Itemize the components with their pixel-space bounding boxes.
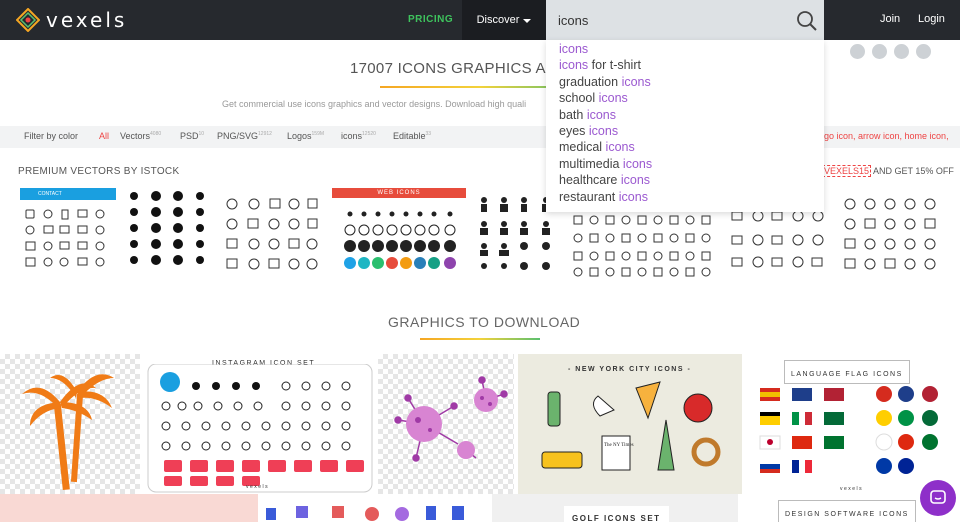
filter-by-color[interactable]: Filter by color <box>24 131 78 141</box>
search-input[interactable] <box>558 9 788 31</box>
virus-graphic <box>394 376 508 462</box>
search-box <box>546 0 824 40</box>
contact-icon-grid <box>25 209 105 267</box>
suggestion-item[interactable]: icons for t-shirt <box>546 57 824 73</box>
suggestion-item[interactable]: multimedia icons <box>546 156 824 172</box>
pricing-link[interactable]: PRICING <box>408 14 453 25</box>
tile-title: GOLF ICONS SET <box>572 514 661 522</box>
graphic-tile-palm-trees[interactable] <box>0 354 140 494</box>
filter-icons[interactable]: icons12520 <box>341 131 376 141</box>
facebook-icon[interactable] <box>850 44 865 59</box>
tile-title-box: LANGUAGE FLAG ICONS <box>784 360 910 384</box>
nyc-newspaper-text: The NY Times <box>604 443 634 448</box>
tile-title-box: DESIGN SOFTWARE ICONS <box>778 500 916 522</box>
graphics-section-title: GRAPHICS TO DOWNLOAD <box>388 314 581 330</box>
suggestion-item[interactable]: healthcare icons <box>546 172 824 188</box>
twitter-icon[interactable] <box>916 44 931 59</box>
filter-psd[interactable]: PSD10 <box>180 131 204 141</box>
discover-label: Discover <box>476 14 520 26</box>
nyc-icon-set: The NY Times <box>541 381 721 471</box>
premium-thumb[interactable] <box>840 186 940 278</box>
related-tags[interactable]: go icon, arrow icon, home icon, <box>824 131 949 141</box>
join-link[interactable]: Join <box>880 13 900 25</box>
outline-icon-grid <box>844 198 936 270</box>
filter-png-svg[interactable]: PNG/SVG12912 <box>217 131 272 141</box>
graphic-tile-instagram-icons[interactable]: INSTAGRAM ICON SET vexels <box>146 354 374 494</box>
tile-title: - NEW YORK CITY ICONS - <box>568 366 692 373</box>
filter-all[interactable]: All <box>99 131 109 141</box>
outline-icon-grid <box>226 198 318 270</box>
coupon-code[interactable]: VEXELS15 <box>822 165 872 177</box>
pinterest-icon[interactable] <box>872 44 887 59</box>
premium-thumb[interactable]: CONTACT <box>20 186 116 278</box>
black-circle-icon-grid <box>130 191 204 265</box>
page-subtitle: Get commercial use icons graphics and ve… <box>222 99 527 109</box>
graphic-tile-bath-icons[interactable] <box>0 494 258 522</box>
suggestion-item[interactable]: eyes icons <box>546 123 824 139</box>
search-suggestions: icons icons for t-shirt graduation icons… <box>546 40 824 212</box>
login-link[interactable]: Login <box>918 13 945 25</box>
web-icon-grid <box>344 211 456 269</box>
chat-icon <box>930 490 946 504</box>
premium-thumb[interactable] <box>222 186 322 278</box>
filter-vectors[interactable]: Vectors4080 <box>120 131 161 141</box>
graphic-tile-virus[interactable] <box>378 354 514 494</box>
instagram-icon[interactable] <box>894 44 909 59</box>
colored-icon-row <box>266 506 464 521</box>
tile-brand: vexels <box>246 484 270 490</box>
graphic-tile-flag-icons[interactable]: LANGUAGE FLAG ICONS vexels <box>744 354 948 494</box>
vexels-logo[interactable]: vexels <box>15 7 128 33</box>
tile-title: LANGUAGE FLAG ICONS <box>791 371 903 378</box>
logo-wordmark: vexels <box>46 8 128 32</box>
thumb-header: CONTACT <box>20 188 116 200</box>
section-underline <box>420 338 540 340</box>
graphic-tile-nyc-icons[interactable]: - NEW YORK CITY ICONS - The NY Times <box>518 354 742 494</box>
search-icon[interactable] <box>796 10 818 32</box>
discover-menu[interactable]: Discover <box>462 0 546 40</box>
suggestion-item[interactable]: restaurant icons <box>546 189 824 205</box>
chevron-down-icon <box>523 19 532 23</box>
premium-thumb[interactable] <box>126 186 210 278</box>
suggestion-item[interactable]: bath icons <box>546 107 824 123</box>
tile-brand: vexels <box>840 486 864 492</box>
premium-thumb[interactable]: WEB ICONS <box>332 186 466 278</box>
suggestion-item[interactable]: graduation icons <box>546 74 824 90</box>
palm-tree-graphic <box>22 374 114 491</box>
thumb-header: WEB ICONS <box>332 188 466 198</box>
filter-editable[interactable]: Editable33 <box>393 131 431 141</box>
coupon-banner: VEXELS15 AND GET 15% OFF <box>822 165 954 177</box>
premium-thumb[interactable] <box>568 212 718 278</box>
graphic-tile-design-software-icons[interactable]: DESIGN SOFTWARE ICONS <box>744 496 948 522</box>
page-title: 17007 ICONS GRAPHICS AND <box>350 60 569 77</box>
filter-logos[interactable]: Logos159M <box>287 131 324 141</box>
flag-icon-set <box>759 386 938 474</box>
suggestion-item[interactable]: school icons <box>546 90 824 106</box>
tile-title-box: GOLF ICONS SET <box>564 506 669 522</box>
premium-section-title: PREMIUM VECTORS BY ISTOCK <box>18 166 180 177</box>
vexels-diamond-icon <box>15 7 41 33</box>
tile-title: DESIGN SOFTWARE ICONS <box>785 511 909 518</box>
line-icon-grid <box>573 215 711 277</box>
instagram-icon-set <box>147 364 373 493</box>
suggestion-item[interactable]: icons <box>546 41 824 57</box>
chat-button[interactable] <box>920 480 956 516</box>
graphic-tile-golf-icons[interactable]: GOLF ICONS SET <box>492 494 738 522</box>
graphic-tile-colored-icons[interactable] <box>262 494 488 522</box>
suggestion-item[interactable]: medical icons <box>546 139 824 155</box>
